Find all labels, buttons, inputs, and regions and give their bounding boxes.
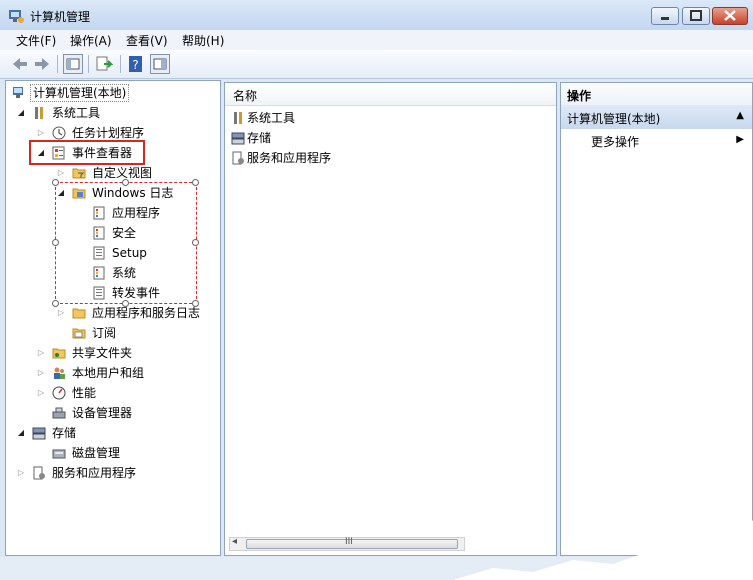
tree-label: 本地用户和组	[72, 366, 145, 380]
expand-triangle-icon[interactable]: ▷	[36, 343, 46, 363]
console-tree-pane: 计算机管理(本地) ◢ 系统工具 ▷ 任务计划程序 ◢ 事件查看器 ▷ 自定义视…	[5, 80, 221, 556]
tree-label: 性能	[72, 386, 97, 400]
resize-handle	[192, 239, 199, 246]
tree-label: 设备管理器	[72, 406, 133, 420]
horizontal-scrollbar[interactable]: ◂ III	[229, 536, 465, 551]
scroll-left-icon[interactable]: ◂	[232, 536, 237, 547]
tree-label: 系统工具	[52, 106, 101, 120]
show-hide-console-tree-icon[interactable]	[63, 54, 83, 74]
resize-handle	[52, 300, 59, 307]
tree-label: 服务和应用程序	[52, 466, 137, 480]
tools-icon	[32, 106, 46, 120]
expand-triangle-icon[interactable]: ▷	[36, 363, 46, 383]
window-title: 计算机管理	[30, 10, 91, 24]
menu-bar: 文件(F) 操作(A) 查看(V) 帮助(H)	[0, 30, 753, 50]
help-icon[interactable]: ?	[126, 54, 146, 74]
resize-handle	[52, 239, 59, 246]
close-button[interactable]	[712, 7, 748, 25]
resize-handle	[192, 179, 199, 186]
action-pane: 操作 计算机管理(本地) ▲ 更多操作 ▶	[560, 82, 753, 556]
toolbar: ?	[0, 50, 753, 79]
more-actions-label: 更多操作	[591, 135, 640, 149]
expand-triangle-icon[interactable]: ▷	[36, 383, 46, 403]
result-list-pane: 名称 系统工具 存储 服务和应用程序 ◂ III	[224, 82, 557, 556]
svg-text:?: ?	[132, 58, 138, 72]
tree-label: 存储	[52, 426, 77, 440]
submenu-arrow-icon: ▶	[736, 134, 744, 145]
shared-folder-icon	[52, 346, 66, 360]
back-icon[interactable]	[10, 54, 30, 74]
windows-logs-selection-box	[55, 182, 197, 304]
tree-label: 计算机管理(本地)	[30, 84, 130, 102]
clock-icon	[52, 126, 66, 140]
list-item-label: 系统工具	[247, 111, 296, 125]
performance-gauge-icon	[52, 386, 66, 400]
list-item-label: 服务和应用程序	[247, 151, 332, 165]
list-item-label: 存储	[247, 131, 272, 145]
collapse-triangle-icon[interactable]: ◢	[16, 103, 26, 123]
device-manager-icon	[52, 406, 66, 420]
menu-help[interactable]: 帮助(H)	[182, 32, 224, 49]
tree-label: 磁盘管理	[72, 446, 121, 460]
expand-triangle-icon[interactable]: ▷	[16, 463, 26, 483]
subscription-icon	[72, 326, 86, 340]
action-pane-header: 操作	[561, 83, 752, 106]
forward-icon[interactable]	[32, 54, 52, 74]
services-icon	[231, 151, 245, 165]
minimize-button[interactable]	[651, 7, 679, 25]
more-actions-item[interactable]: 更多操作	[591, 133, 639, 150]
tree-label: 共享文件夹	[72, 346, 133, 360]
resize-handle	[52, 179, 59, 186]
menu-action[interactable]: 操作(A)	[70, 32, 112, 49]
tools-icon	[231, 111, 245, 125]
export-list-icon[interactable]	[94, 54, 114, 74]
storage-icon	[231, 131, 245, 145]
action-section-computer-management[interactable]: 计算机管理(本地) ▲	[561, 105, 752, 129]
collapse-up-icon[interactable]: ▲	[736, 110, 744, 121]
scrollbar-grip: III	[345, 537, 353, 547]
scrollbar-thumb[interactable]: III	[246, 537, 458, 549]
users-icon	[52, 366, 66, 380]
computer-management-window: 计算机管理 文件(F) 操作(A) 查看(V) 帮助(H) ? 计算机管理(本地…	[0, 0, 753, 580]
action-section-label: 计算机管理(本地)	[567, 112, 661, 126]
disk-icon	[52, 446, 66, 460]
menu-file[interactable]: 文件(F)	[16, 32, 56, 49]
title-bar[interactable]: 计算机管理	[0, 0, 753, 30]
menu-view[interactable]: 查看(V)	[126, 32, 168, 49]
show-action-pane-icon[interactable]	[150, 54, 170, 74]
resize-handle	[122, 300, 129, 307]
resize-handle	[122, 179, 129, 186]
maximize-button[interactable]	[682, 7, 710, 25]
torn-edge-decoration	[453, 520, 753, 580]
collapse-triangle-icon[interactable]: ◢	[16, 423, 26, 443]
folder-filter-icon	[72, 166, 86, 180]
action-pane-title: 操作	[567, 89, 592, 103]
column-header-name[interactable]: 名称	[225, 83, 556, 106]
column-label: 名称	[233, 89, 258, 103]
storage-icon	[32, 426, 46, 440]
folder-icon	[72, 306, 86, 320]
computer-management-icon	[8, 8, 24, 24]
resize-handle	[192, 300, 199, 307]
tree-label: 应用程序和服务日志	[92, 306, 201, 320]
event-viewer-highlight	[29, 140, 145, 165]
services-icon	[32, 466, 46, 480]
tree-label: 订阅	[92, 326, 117, 340]
computer-management-icon	[12, 86, 26, 100]
